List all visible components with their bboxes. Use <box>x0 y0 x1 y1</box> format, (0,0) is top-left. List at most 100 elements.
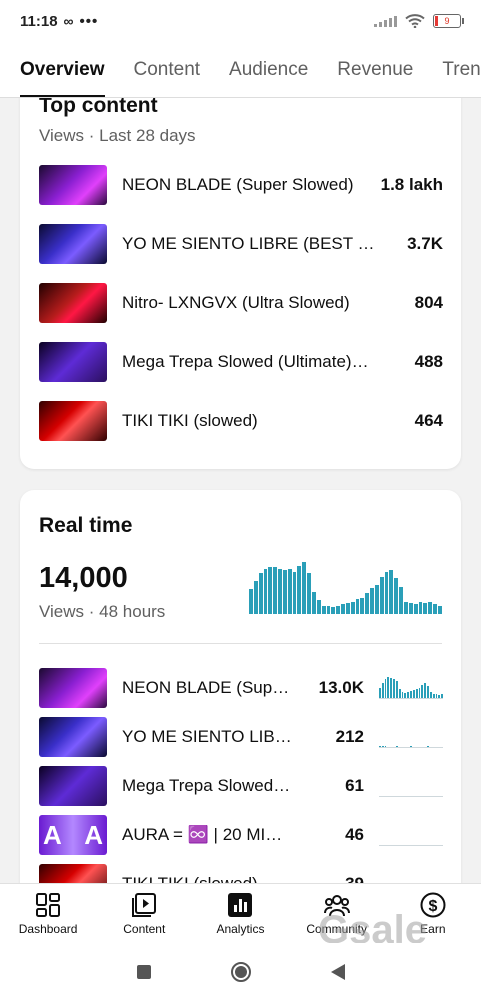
status-bar: 11:18 ∞ ••• 9 <box>0 0 481 42</box>
sparkline-bar <box>379 745 381 747</box>
tab-trends[interactable]: Trends <box>442 42 481 97</box>
sparkline-bar <box>404 692 407 698</box>
sparkline-bar <box>393 679 395 698</box>
video-views: 3.7K <box>407 234 443 253</box>
video-thumbnail <box>39 668 107 708</box>
chart-bar <box>253 581 258 614</box>
chart-bar <box>282 570 287 614</box>
chart-bar <box>433 604 437 614</box>
sparkline-bar <box>435 693 438 698</box>
chart-bar <box>350 601 355 614</box>
video-views: 61 <box>345 776 364 795</box>
real-time-views-count: 14,000 <box>39 562 128 594</box>
sparkline-bar <box>410 690 412 698</box>
chart-bar <box>374 585 379 614</box>
real-time-title: Real time <box>39 514 133 537</box>
tab-overview[interactable]: Overview <box>20 42 105 97</box>
sparkline-bar <box>401 691 404 698</box>
status-right: 9 <box>374 14 464 28</box>
chart-bar <box>302 562 307 614</box>
more-dots-icon: ••• <box>79 12 99 30</box>
real-time-row[interactable]: AA AURA = ♾️ | 20 MIN LOOP 46 <box>39 815 443 855</box>
video-title: Nitro- LXNGVX (Ultra Slowed) <box>122 293 350 312</box>
chart-bar <box>297 566 302 614</box>
chart-bar <box>307 572 311 614</box>
nav-label: Analytics <box>216 921 265 936</box>
sparkline-bar <box>418 687 421 698</box>
chart-bar <box>365 593 370 614</box>
top-content-row[interactable]: NEON BLADE (Super Slowed) 1.8 lakh <box>39 165 443 205</box>
thumbnail-text: A <box>84 819 103 850</box>
sparkline <box>379 726 443 748</box>
video-thumbnail <box>39 342 107 382</box>
top-content-row[interactable]: Nitro- LXNGVX (Ultra Slowed) 804 <box>39 283 443 323</box>
sparkline-bar <box>412 689 415 698</box>
nav-analytics[interactable]: Analytics <box>195 892 285 936</box>
top-content-card: Top content Views · Last 28 days NEON BL… <box>20 98 461 469</box>
chart-bar <box>326 605 331 614</box>
chart-bar <box>258 572 263 614</box>
chart-bar <box>331 607 336 614</box>
status-time: 11:18 <box>20 12 58 30</box>
chart-bar <box>370 588 374 614</box>
chart-bar <box>341 604 345 614</box>
nav-content[interactable]: Content <box>99 892 189 936</box>
nav-dashboard[interactable]: Dashboard <box>3 892 93 936</box>
real-time-card: Real time 14,000 Views · 48 hours NEON B… <box>20 490 461 883</box>
sparkline <box>379 873 443 883</box>
real-time-row[interactable]: TIKI TIKI (slowed) 39 <box>39 864 443 883</box>
top-content-row[interactable]: YO ME SIENTO LIBRE (BEST PART) 3.7K <box>39 224 443 264</box>
sparkline-bar <box>407 691 410 698</box>
chart-bar <box>249 589 253 614</box>
sparkline-bar <box>398 688 401 698</box>
sparkline-bar <box>424 683 427 698</box>
chart-bar <box>360 597 365 614</box>
sparkline-bar <box>410 745 412 747</box>
sparkline-bar <box>381 683 384 698</box>
tab-audience[interactable]: Audience <box>229 42 308 97</box>
back-button[interactable] <box>330 963 345 980</box>
home-button[interactable] <box>230 961 251 982</box>
sparkline-bar <box>384 679 387 698</box>
nav-label: Content <box>123 921 166 936</box>
chart-bar <box>384 571 389 614</box>
analytics-tabs: Overview Content Audience Revenue Trends <box>0 42 481 98</box>
video-title: NEON BLADE (Super Slowed) <box>122 175 354 194</box>
top-content-row[interactable]: TIKI TIKI (slowed) 464 <box>39 401 443 441</box>
video-views: 804 <box>414 293 443 312</box>
sparkline-bar <box>427 745 429 747</box>
video-title: TIKI TIKI (slowed) <box>122 411 258 430</box>
chart-bar <box>404 601 408 614</box>
video-title: AURA = ♾️ | 20 MIN LOOP <box>122 825 294 844</box>
sparkline-bar <box>421 685 424 698</box>
real-time-row[interactable]: YO ME SIENTO LIBRE (BEST PART) 212 <box>39 717 443 757</box>
chart-bar <box>321 605 326 614</box>
video-title: NEON BLADE (Super Slowed) <box>122 678 294 697</box>
chart-bar <box>428 601 433 614</box>
analytics-icon <box>228 892 253 917</box>
video-thumbnail <box>39 283 107 323</box>
video-title: Mega Trepa Slowed (Ultimate) Version <box>122 352 370 371</box>
tab-content[interactable]: Content <box>134 42 201 97</box>
chart-bar <box>423 603 428 614</box>
chart-bar <box>355 598 360 614</box>
sparkline <box>379 824 443 846</box>
video-title: YO ME SIENTO LIBRE (BEST PART) <box>122 727 294 746</box>
sparkline-bar <box>381 745 384 747</box>
chart-bar <box>263 568 268 614</box>
video-thumbnail <box>39 224 107 264</box>
infinity-icon: ∞ <box>63 13 74 29</box>
video-thumbnail <box>39 165 107 205</box>
video-views: 13.0K <box>318 678 364 697</box>
video-thumbnail: AA <box>39 815 107 855</box>
top-content-row[interactable]: Mega Trepa Slowed (Ultimate) Version 488 <box>39 342 443 382</box>
recents-button[interactable] <box>136 964 151 979</box>
tab-revenue[interactable]: Revenue <box>337 42 413 97</box>
chart-bar <box>316 600 321 614</box>
video-views: 39 <box>294 874 364 883</box>
real-time-row[interactable]: NEON BLADE (Super Slowed) 13.0K <box>39 668 444 708</box>
chart-bar <box>336 605 341 614</box>
sparkline-bar <box>427 686 429 698</box>
overview-content[interactable]: Top content Views · Last 28 days NEON BL… <box>0 98 481 883</box>
real-time-row[interactable]: Mega Trepa Slowed (Ultimate) Version 61 <box>39 766 443 806</box>
